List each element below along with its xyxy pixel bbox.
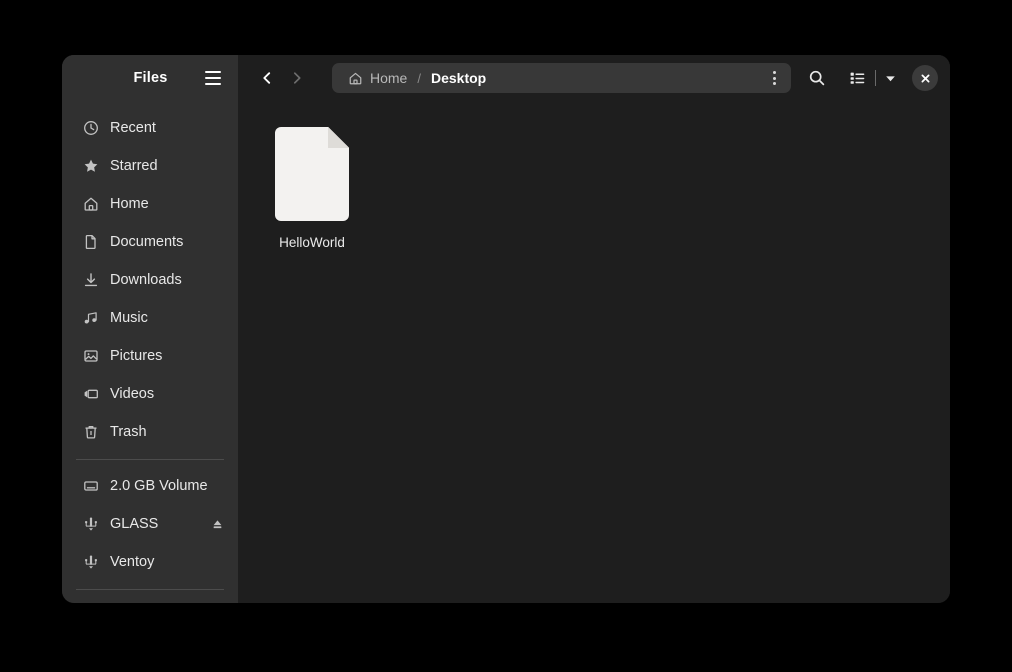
toolbar-divider xyxy=(875,70,876,86)
file-grid[interactable]: HelloWorld xyxy=(238,101,950,603)
sidebar-item-music[interactable]: Music xyxy=(62,299,238,337)
sidebar-item-trash[interactable]: Trash xyxy=(62,413,238,451)
chevron-down-icon[interactable] xyxy=(878,62,902,94)
home-icon xyxy=(82,196,99,213)
sidebar-item-label: GLASS xyxy=(110,516,159,532)
sidebar-list: Recent Starred Home Documents Downloads … xyxy=(62,101,238,603)
download-icon xyxy=(82,272,99,289)
list-view-button[interactable] xyxy=(841,62,873,94)
hamburger-menu-icon[interactable] xyxy=(201,66,225,90)
breadcrumb-item-desktop[interactable]: Desktop xyxy=(425,66,492,90)
sidebar-divider xyxy=(76,459,224,460)
app-title: Files xyxy=(133,70,168,86)
file-name-label: HelloWorld xyxy=(279,235,345,250)
clock-icon xyxy=(82,120,99,137)
sidebar-item-documents[interactable]: Documents xyxy=(62,223,238,261)
sidebar-item-pictures[interactable]: Pictures xyxy=(62,337,238,375)
sidebar-item-label: Videos xyxy=(110,386,155,402)
sidebar-item-label: Music xyxy=(110,310,148,326)
sidebar-item-starred[interactable]: Starred xyxy=(62,147,238,185)
star-icon xyxy=(82,158,99,175)
sidebar-item-label: Pictures xyxy=(110,348,163,364)
drive-removable-usb-icon xyxy=(82,554,99,571)
back-button[interactable] xyxy=(252,63,282,93)
sidebar-item-videos[interactable]: Videos xyxy=(62,375,238,413)
close-icon xyxy=(920,73,931,84)
sidebar-item-label: Starred xyxy=(110,158,158,174)
sidebar-item-volume[interactable]: 2.0 GB Volume xyxy=(62,467,238,505)
sidebar-item-label: Home xyxy=(110,196,149,212)
sidebar-item-label: Recent xyxy=(110,120,156,136)
sidebar-item-home[interactable]: Home xyxy=(62,185,238,223)
sidebar-item-glass[interactable]: GLASS xyxy=(62,505,238,543)
view-mode-group xyxy=(841,62,902,94)
sidebar-item-label: Ventoy xyxy=(110,554,155,570)
document-icon xyxy=(82,234,99,251)
sidebar-item-downloads[interactable]: Downloads xyxy=(62,261,238,299)
image-icon xyxy=(82,348,99,365)
kebab-menu-icon[interactable] xyxy=(761,65,787,91)
breadcrumb-label: Desktop xyxy=(430,70,487,86)
sidebar-item-other-locations[interactable]: Other Locations xyxy=(62,597,238,603)
sidebar-item-label: Downloads xyxy=(110,272,182,288)
music-note-icon xyxy=(82,310,99,327)
close-button[interactable] xyxy=(912,65,938,91)
search-button[interactable] xyxy=(801,62,833,94)
eject-icon[interactable] xyxy=(209,516,226,533)
breadcrumb-item-home[interactable]: Home xyxy=(342,66,413,90)
list-view-icon xyxy=(849,70,866,87)
sidebar-item-recent[interactable]: Recent xyxy=(62,109,238,147)
breadcrumb-pathbar[interactable]: Home / Desktop xyxy=(332,63,791,93)
search-icon xyxy=(808,69,826,87)
breadcrumb-label: Home xyxy=(370,70,408,86)
file-manager-window: Files Recent Starred Home Documents Down… xyxy=(62,55,950,603)
drive-removable-usb-icon xyxy=(82,516,99,533)
home-icon xyxy=(348,71,363,86)
main-pane: Home / Desktop HelloWorld xyxy=(238,55,950,603)
forward-button[interactable] xyxy=(282,63,312,93)
drive-harddisk-icon xyxy=(82,478,99,495)
sidebar-item-label: Documents xyxy=(110,234,184,250)
sidebar-item-label: Trash xyxy=(110,424,147,440)
video-icon xyxy=(82,386,99,403)
sidebar-divider xyxy=(76,589,224,590)
sidebar-item-ventoy[interactable]: Ventoy xyxy=(62,543,238,581)
sidebar-header: Files xyxy=(62,55,238,101)
toolbar: Home / Desktop xyxy=(238,55,950,101)
trash-icon xyxy=(82,424,99,441)
breadcrumb-separator: / xyxy=(417,70,421,86)
sidebar: Files Recent Starred Home Documents Down… xyxy=(62,55,238,603)
text-file-icon xyxy=(275,127,349,221)
sidebar-item-label: 2.0 GB Volume xyxy=(110,478,208,494)
file-item[interactable]: HelloWorld xyxy=(260,121,364,258)
